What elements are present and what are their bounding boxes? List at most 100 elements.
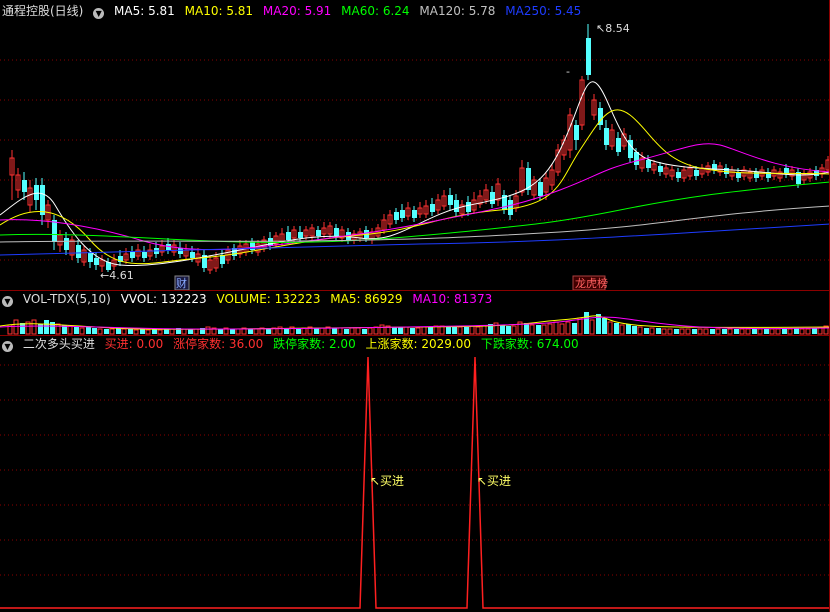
volume-bar (475, 326, 481, 335)
volume-bar (133, 329, 139, 335)
ma5-line (0, 81, 830, 266)
candle-body (94, 258, 99, 265)
volume-bar (116, 328, 121, 334)
candle-body (142, 252, 147, 258)
volume-bar (20, 323, 25, 334)
volume-bar (584, 312, 589, 334)
buy-signal-label: ↖买进 (477, 474, 511, 488)
candle-body (76, 245, 81, 258)
candle-body (694, 170, 699, 176)
volume-bar (355, 327, 361, 335)
volume-bar (674, 329, 679, 334)
volume-bar (349, 327, 355, 335)
volume-bar (469, 325, 475, 335)
candle-body (34, 185, 39, 200)
volume-bar (67, 325, 73, 335)
candle-body (88, 253, 93, 262)
candle-body (52, 220, 57, 242)
volume-bar (218, 329, 223, 334)
ma20-line (0, 143, 830, 251)
volume-bar (667, 328, 673, 335)
volume-bar (193, 328, 199, 335)
candle-body (490, 192, 495, 204)
volume-bar (553, 321, 559, 335)
volume-bar (86, 327, 91, 334)
volume-bar (481, 325, 487, 335)
candle-body (616, 138, 621, 152)
volume-bar (109, 328, 115, 335)
volume-bar (319, 327, 325, 335)
volume-bar (403, 326, 409, 335)
volume-bar (745, 328, 751, 335)
volume-bar (253, 328, 259, 335)
candle-body (316, 230, 321, 236)
volume-bar (344, 329, 349, 334)
volume-bar (656, 328, 661, 334)
volume-bar (13, 319, 19, 335)
volume-bar (362, 329, 367, 334)
candle-body (220, 255, 225, 264)
volume-bar (415, 327, 421, 335)
high-price-label: ↖8.54 (596, 22, 630, 35)
candle-body (190, 252, 195, 258)
volume-bar (152, 329, 157, 334)
volume-bar (547, 323, 553, 335)
volume-bar (614, 323, 619, 334)
volume-bar (559, 323, 565, 335)
candle-body (658, 166, 663, 172)
ma250-line (0, 223, 830, 256)
volume-bar (734, 329, 739, 334)
volume-bar (739, 328, 745, 335)
volume-bar (332, 328, 337, 334)
candle-body (298, 232, 303, 238)
volume-bar (572, 323, 577, 334)
longhu-tag: 龙虎榜 (575, 276, 608, 290)
price-chart[interactable]: ↖8.54 ←4.61 - 财 龙虎榜 (0, 0, 830, 290)
buy-signal-label: ↖买进 (370, 474, 404, 488)
volume-bar (235, 328, 241, 335)
volume-bar (805, 328, 811, 335)
candle-body (448, 195, 453, 205)
volume-bar (685, 328, 691, 335)
volume-bar (817, 327, 823, 335)
candle-body (466, 202, 471, 212)
candle-body (394, 212, 399, 220)
volume-bar (619, 324, 625, 335)
indicator-chart[interactable]: ↖买进 ↖买进 (0, 335, 830, 612)
volume-bar (230, 329, 235, 334)
candle-body (604, 128, 609, 145)
volume-bar (392, 327, 397, 334)
volume-bar (457, 326, 463, 335)
volume-bar (565, 321, 571, 335)
candle-body (286, 232, 291, 240)
volume-bar (128, 329, 133, 334)
volume-bar (787, 328, 793, 335)
volume-chart[interactable] (0, 290, 830, 335)
volume-bar (607, 321, 613, 335)
candle-body (130, 252, 135, 258)
volume-bar (337, 327, 343, 335)
volume-bar (373, 326, 379, 335)
candle-body (676, 172, 681, 178)
volume-bar (757, 328, 763, 335)
candle-body (334, 228, 339, 236)
candle-body (400, 210, 405, 218)
volume-bar (140, 329, 145, 334)
volume-bar (104, 329, 109, 334)
volume-bar (511, 325, 517, 335)
volume-bar (38, 324, 43, 334)
volume-bar (379, 324, 385, 335)
volume-bar (500, 325, 505, 334)
volume-bar (632, 326, 637, 334)
volume-bar (205, 326, 211, 335)
volume-bar (529, 324, 535, 335)
volume-bar (74, 327, 79, 334)
volume-bar (679, 328, 685, 335)
low-price-label: ←4.61 (100, 269, 134, 282)
volume-bar (644, 328, 649, 334)
volume-bar (661, 328, 667, 335)
volume-bar (637, 326, 643, 335)
volume-bar (421, 326, 427, 335)
candle-body (40, 185, 45, 215)
finance-tag: 财 (176, 276, 187, 290)
